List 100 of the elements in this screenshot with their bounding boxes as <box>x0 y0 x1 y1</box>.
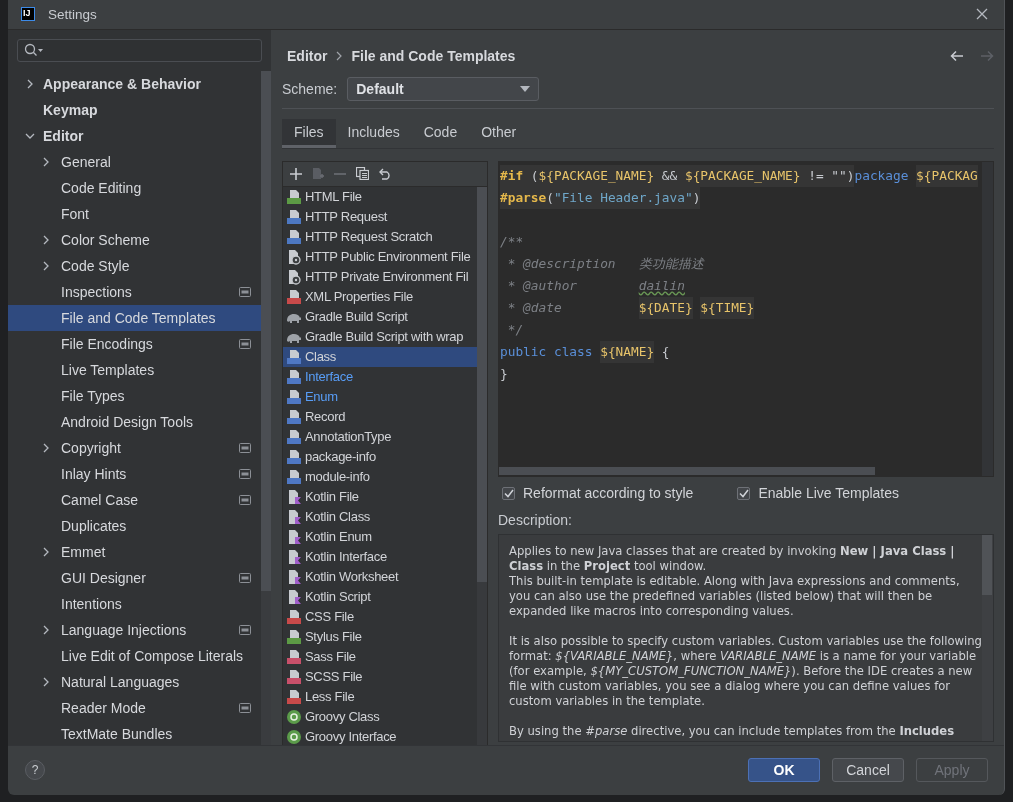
tree-item[interactable]: Android Design Tools <box>8 408 261 435</box>
tree-item[interactable]: Keymap <box>8 96 261 123</box>
tree-item[interactable]: File Types <box>8 382 261 409</box>
scheme-dropdown[interactable]: Default <box>347 76 540 101</box>
template-item[interactable]: Kotlin File <box>283 486 477 507</box>
java-file-icon <box>286 448 302 465</box>
template-item[interactable]: Interface <box>283 366 477 387</box>
template-item[interactable]: HTML File <box>283 186 477 207</box>
chevron-right-icon[interactable] <box>41 260 51 271</box>
file-type-icon <box>286 688 302 705</box>
chevron-right-icon <box>335 50 344 61</box>
code-line: * @author dailin <box>506 276 685 295</box>
code-line: * @date ${DATE} ${TIME} <box>500 296 755 319</box>
tree-item[interactable]: Natural Languages <box>8 668 261 695</box>
plus-icon[interactable] <box>290 167 302 180</box>
close-icon[interactable] <box>976 8 988 21</box>
copy-icon[interactable] <box>356 167 369 181</box>
template-item[interactable]: Groovy Interface <box>283 726 477 745</box>
file-type-icon <box>286 608 302 625</box>
tree-item[interactable]: Intentions <box>8 590 261 617</box>
scrollbar-thumb[interactable] <box>261 70 271 591</box>
tree-item[interactable]: Font <box>8 200 261 227</box>
java-file-icon <box>286 428 302 445</box>
tree-item[interactable]: Appearance & Behavior <box>8 70 261 97</box>
dialog-button[interactable]: OK <box>748 758 820 783</box>
tree-item[interactable]: Camel Case <box>8 486 261 513</box>
template-item[interactable]: package-info <box>283 446 477 467</box>
template-item[interactable]: Gradle Build Script with wrap <box>283 326 477 347</box>
code-line: #if (${PACKAGE_NAME} && ${PACKAGE_NAME} != "")package ${PACKAG <box>500 164 978 187</box>
code-line: #parse("File Header.java") <box>500 186 701 209</box>
template-item[interactable]: Stylus File <box>283 626 477 647</box>
kotlin-file-icon <box>286 548 302 565</box>
tree-item[interactable]: TextMate Bundles <box>8 720 261 745</box>
chevron-right-icon[interactable] <box>41 234 51 245</box>
tree-item[interactable]: Duplicates <box>8 512 261 539</box>
tree-item[interactable]: Code Style <box>8 252 261 279</box>
tree-item[interactable]: Code Editing <box>8 174 261 201</box>
template-item[interactable]: Gradle Build Script <box>283 306 477 327</box>
scrollbar-thumb[interactable] <box>499 466 875 475</box>
template-item[interactable]: HTTP Request <box>283 206 477 227</box>
template-item[interactable]: Sass File <box>283 646 477 667</box>
chevron-right-icon[interactable] <box>41 156 51 167</box>
tree-item[interactable]: Editor <box>8 122 261 149</box>
tab[interactable]: Other <box>469 118 529 148</box>
template-item[interactable]: CSS File <box>283 606 477 627</box>
scrollbar-thumb[interactable] <box>982 535 992 596</box>
template-item[interactable]: HTTP Private Environment Fil <box>283 266 477 287</box>
groovy-file-icon <box>286 728 302 745</box>
chevron-right-icon[interactable] <box>41 442 51 453</box>
checkbox[interactable] <box>502 487 515 500</box>
tree-item[interactable]: Reader Mode <box>8 694 261 721</box>
template-item[interactable]: Kotlin Worksheet <box>283 566 477 587</box>
template-item[interactable]: module-info <box>283 466 477 487</box>
chevron-right-icon[interactable] <box>41 546 51 557</box>
description-text: Applies to new Java classes that are created by invoking New | Java Class | Class in the Project tool window. <box>509 544 956 575</box>
kotlin-file-icon <box>286 488 302 505</box>
template-item[interactable]: HTTP Public Environment File <box>283 246 477 267</box>
template-item[interactable]: Kotlin Script <box>283 586 477 607</box>
template-item[interactable]: AnnotationType <box>283 426 477 447</box>
description-text: It is also possible to specify custom variables. Custom variables use the following format: ${VARIABLE_NAME}, where VARIABLE_NAME is a name for your variable (for example, ${MY_CUSTOM_FUNCTION_NAME}). Before the IDE creates a new file with custom variables, you see a dialog where you can define values for custom variables in the template. <box>509 634 982 710</box>
back-arrow-icon[interactable] <box>950 49 964 62</box>
tree-item[interactable]: File and Code Templates <box>8 304 261 331</box>
template-item[interactable]: Enum <box>283 386 477 407</box>
tab[interactable]: Code <box>411 118 470 148</box>
template-item[interactable]: HTTP Request Scratch <box>283 226 477 247</box>
tree-item[interactable]: Inlay Hints <box>8 460 261 487</box>
checkbox[interactable] <box>737 487 751 500</box>
java-file-icon <box>286 468 302 485</box>
tab[interactable]: Files <box>282 118 336 148</box>
scrollbar-thumb[interactable] <box>477 186 487 582</box>
tree-item[interactable]: Language Injections <box>8 616 261 643</box>
template-item[interactable]: Kotlin Class <box>283 506 477 527</box>
chevron-right-icon[interactable] <box>41 624 51 635</box>
tree-item[interactable]: Live Templates <box>8 356 261 383</box>
template-item[interactable]: XML Properties File <box>283 286 477 307</box>
tree-item[interactable]: General <box>8 148 261 175</box>
reset-icon[interactable] <box>379 167 392 180</box>
checkbox-label: Reformat according to style <box>523 485 694 502</box>
tree-item[interactable]: Live Edit of Compose Literals <box>8 642 261 669</box>
template-item[interactable]: SCSS File <box>283 666 477 687</box>
chevron-right-icon[interactable] <box>25 78 35 89</box>
tree-item[interactable]: Copyright <box>8 434 261 461</box>
search-field[interactable] <box>17 38 262 62</box>
dialog-button[interactable]: Cancel <box>832 758 904 783</box>
template-item[interactable]: Kotlin Interface <box>283 546 477 567</box>
code-editor[interactable]: #if (${PACKAGE_NAME} && ${PACKAGE_NAME} != "")package ${PACKAG #parse("File Header.java") /** * @description 类功能描述 * @author dailin * @date ${DATE} ${TIME} */ public class ${NAME} { } <box>498 160 994 477</box>
help-button[interactable]: ? <box>25 760 45 781</box>
tree-item[interactable]: GUI Designer <box>8 564 261 591</box>
tree-item[interactable]: File Encodings <box>8 330 261 357</box>
tab[interactable]: Includes <box>335 118 412 148</box>
template-item[interactable]: Less File <box>283 686 477 707</box>
template-item[interactable]: Kotlin Enum <box>283 526 477 547</box>
chevron-right-icon[interactable] <box>41 676 51 687</box>
scheme-label: Scheme: <box>282 80 338 97</box>
template-item[interactable]: Record <box>283 406 477 427</box>
template-item[interactable]: Groovy Class <box>283 706 477 727</box>
template-item[interactable]: Class <box>283 346 477 367</box>
tree-item[interactable]: Color Scheme <box>8 226 261 253</box>
tree-item[interactable]: Emmet <box>8 538 261 565</box>
tree-item[interactable]: Inspections <box>8 278 261 305</box>
